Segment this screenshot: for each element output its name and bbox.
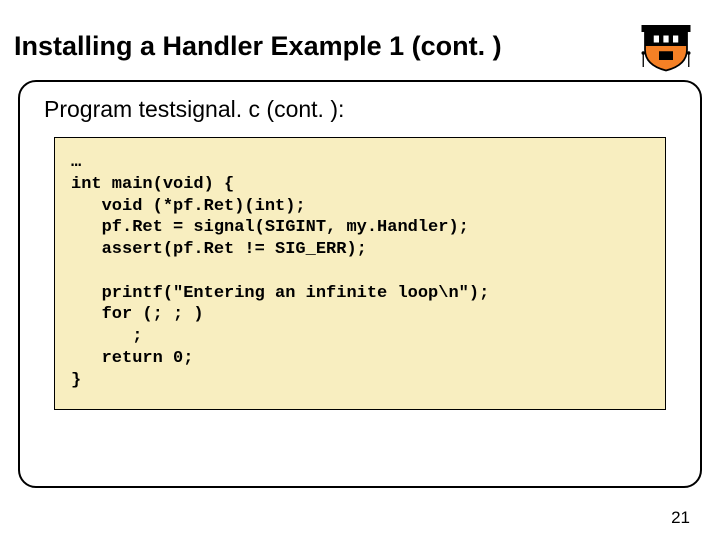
code-block: … int main(void) { void (*pf.Ret)(int); … — [54, 137, 666, 410]
title-row: Installing a Handler Example 1 (cont. ) — [0, 0, 720, 80]
subtitle: Program testsignal. c (cont. ): — [44, 96, 680, 123]
content-frame: Program testsignal. c (cont. ): … int ma… — [18, 80, 702, 488]
slide: Installing a Handler Example 1 (cont. ) … — [0, 0, 720, 540]
princeton-shield-icon — [638, 18, 694, 74]
page-number: 21 — [671, 508, 690, 528]
slide-title: Installing a Handler Example 1 (cont. ) — [14, 31, 502, 62]
